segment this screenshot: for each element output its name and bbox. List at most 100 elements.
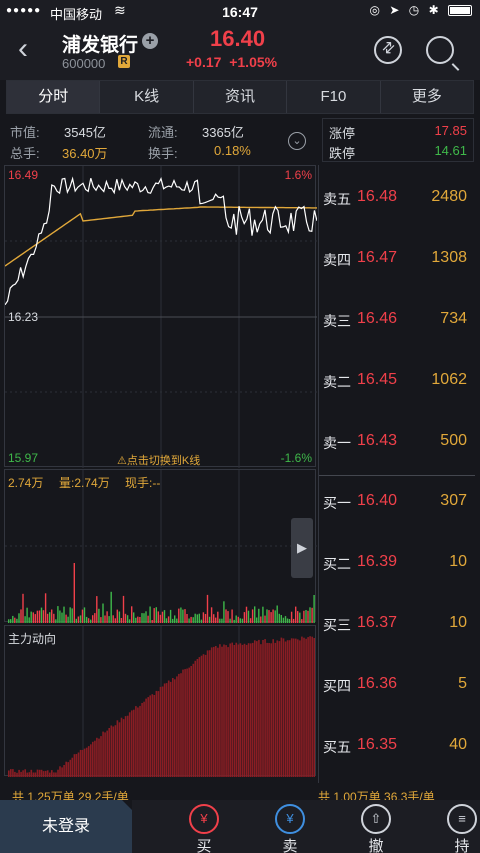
volume-bar [126, 615, 129, 623]
main-force-bar [180, 673, 182, 777]
bid-row[interactable]: 买三 16.37 10 [319, 609, 475, 639]
cancel-upload-icon: ⇧ [361, 804, 391, 834]
volume-bar [239, 618, 241, 623]
bid-row[interactable]: 买四 16.36 5 [319, 670, 475, 700]
volume-bar [169, 609, 172, 623]
volume-bar [143, 613, 145, 623]
bid-row[interactable]: 买一 16.40 307 [319, 487, 475, 517]
main-force-bar [102, 731, 104, 777]
main-force-bar [92, 741, 94, 777]
volume-bar [151, 620, 153, 623]
main-force-bar [151, 694, 154, 777]
back-arrow-icon[interactable]: ‹ [18, 34, 28, 64]
ask-row[interactable]: 卖二 16.45 1062 [319, 366, 475, 396]
volume-bar [241, 618, 244, 623]
volume-bar [227, 611, 229, 623]
volume-bar [194, 613, 196, 623]
holdings-coins-icon: ≡ [447, 804, 477, 834]
volume-bar [81, 609, 84, 623]
main-force-svg [8, 626, 315, 777]
login-button[interactable]: 未登录 [0, 800, 132, 853]
sell-button[interactable]: ¥ 卖 [262, 804, 318, 853]
volume-bar [217, 611, 219, 623]
expand-info-icon[interactable]: ⌄ [288, 132, 306, 150]
main-force-bar [260, 644, 262, 777]
main-force-bar [67, 762, 69, 777]
main-force-bar [254, 640, 256, 777]
main-force-bar [286, 640, 289, 777]
volume-bar [276, 605, 278, 623]
tab-intraday[interactable]: 分时 [7, 81, 101, 113]
main-force-bar [233, 645, 236, 777]
ask-row[interactable]: 卖一 16.43 500 [319, 427, 475, 457]
main-force-bar [251, 642, 254, 777]
volume-bar [16, 618, 18, 623]
ask-price: 16.47 [357, 249, 398, 266]
main-force-bar [57, 769, 59, 777]
collapse-panel-handle[interactable]: ▶ [291, 518, 313, 578]
main-force-bar [172, 678, 174, 777]
main-force-bar [71, 757, 74, 777]
volume-bar [180, 607, 182, 623]
main-force-bar [77, 752, 80, 777]
main-force-bar [30, 769, 33, 777]
bid-row[interactable]: 买二 16.39 10 [319, 548, 475, 578]
volume-bar [40, 607, 43, 623]
volume-bar [192, 617, 194, 623]
volume-chart[interactable]: 2.74万 量:2.74万 现手:-- ▶ [4, 469, 317, 623]
main-force-bar [24, 769, 26, 777]
volume-bar [90, 619, 92, 623]
bid-row[interactable]: 买五 16.35 40 [319, 731, 475, 761]
intraday-chart[interactable]: 16.49 1.6% 16.23 15.97 -1.6% ⚠点击切换到K线 [4, 165, 317, 468]
switch-stock-icon[interactable] [374, 36, 402, 64]
price-limits: 涨停 17.85 跌停 14.61 [322, 118, 474, 162]
order-book: 卖五 16.48 2480 卖四 16.47 1308 卖三 16.46 734 卖二 16.… [318, 165, 475, 783]
add-favorite-icon[interactable]: + [142, 33, 158, 49]
main-force-bar [90, 744, 92, 777]
main-force-chart[interactable]: 主力动向 [4, 625, 316, 777]
main-force-bar [161, 686, 164, 777]
cancel-order-button[interactable]: ⇧ 撤 [348, 804, 404, 853]
volume-bar [87, 618, 90, 623]
tab-kline[interactable]: K线 [100, 81, 194, 113]
ask-row[interactable]: 卖四 16.47 1308 [319, 244, 475, 274]
volume-bar [235, 615, 237, 623]
volume-bar [44, 593, 47, 623]
volume-bar [260, 616, 262, 623]
volume-bar [24, 616, 26, 623]
limit-up-value: 17.85 [434, 123, 467, 138]
main-force-bar [143, 701, 145, 777]
volume-bar [28, 617, 30, 623]
main-force-bar [26, 772, 28, 777]
main-force-bar [278, 641, 281, 777]
volume-bar [34, 614, 36, 623]
search-icon[interactable] [426, 36, 454, 64]
main-force-bar [284, 641, 287, 777]
volume-bar [182, 609, 184, 623]
tab-more[interactable]: 更多 [381, 81, 473, 113]
ask-row[interactable]: 卖三 16.46 734 [319, 305, 475, 335]
volume-bar [249, 618, 252, 623]
tab-f10[interactable]: F10 [287, 81, 381, 113]
main-force-bar [210, 647, 213, 777]
bid-level-label: 买一 [323, 495, 351, 511]
buy-button[interactable]: ¥ 买 [176, 804, 232, 853]
volume-bar [272, 609, 274, 623]
main-force-bar [268, 643, 270, 777]
volume-bar [282, 617, 285, 623]
volume-bar [167, 616, 170, 623]
holdings-button[interactable]: ≡ 持 [434, 804, 480, 853]
ask-level-label: 卖三 [323, 313, 351, 329]
high-pct-label: 1.6% [284, 168, 312, 182]
main-force-bar [49, 772, 51, 777]
bid-volume: 307 [440, 492, 467, 509]
volume-bar [71, 608, 73, 623]
main-force-bar [128, 712, 131, 777]
ask-row[interactable]: 卖五 16.48 2480 [319, 183, 475, 213]
tab-news[interactable]: 资讯 [194, 81, 288, 113]
ask-volume: 734 [440, 310, 467, 327]
volume-bar [266, 609, 268, 623]
switch-kline-hint[interactable]: ⚠点击切换到K线 [117, 452, 200, 468]
main-force-bar [75, 754, 78, 777]
alarm-icon: ◷ [408, 3, 420, 17]
